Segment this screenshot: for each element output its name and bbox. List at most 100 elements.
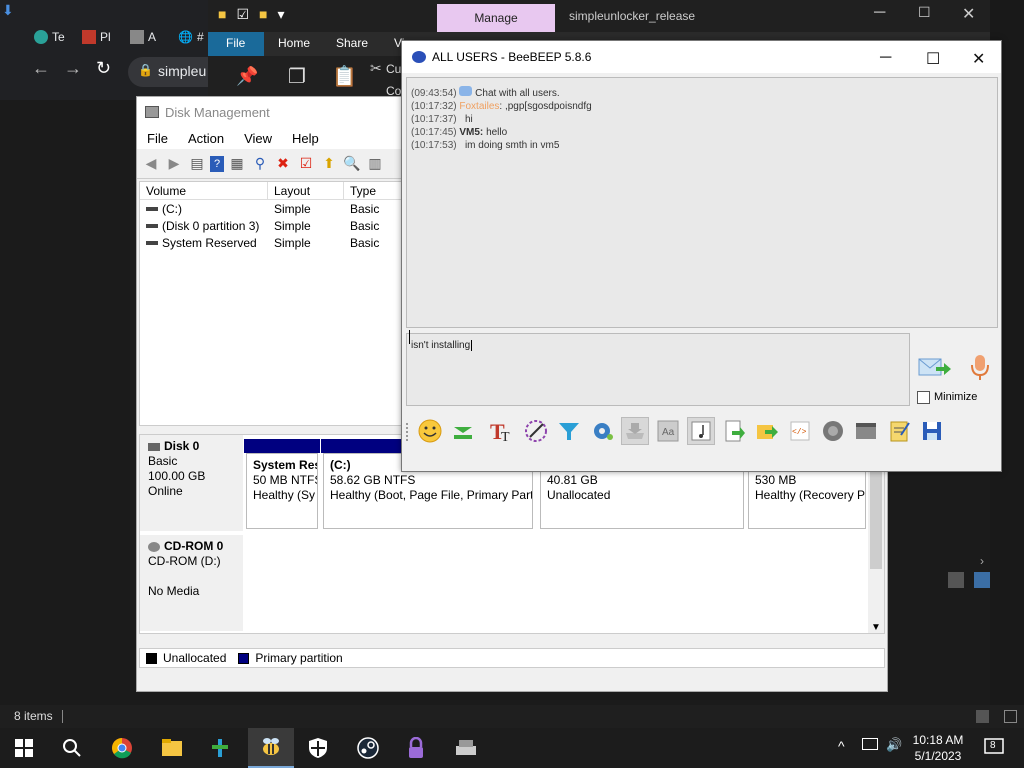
scroll-down-icon[interactable]: ▼ xyxy=(871,622,881,633)
screenshot-button[interactable] xyxy=(819,417,847,445)
up-folder-icon[interactable]: ⬆ xyxy=(319,154,339,174)
forward-icon[interactable]: ▶ xyxy=(164,154,184,174)
volume-list[interactable]: Volume Layout Type (C:) Simple Basic (Di… xyxy=(139,181,409,426)
explorer-title: simpleunlocker_release xyxy=(569,9,696,23)
properties-icon[interactable]: ☑ xyxy=(236,6,249,23)
html-button[interactable]: </> xyxy=(786,417,814,445)
chrome-tab[interactable]: Pl xyxy=(82,24,111,50)
dropdown-icon[interactable]: ▾ xyxy=(278,6,285,23)
table-row[interactable]: System Reserved Simple Basic xyxy=(140,234,408,251)
close-icon[interactable]: ✕ xyxy=(962,4,975,24)
font-button[interactable]: TT xyxy=(488,417,516,445)
minimize-checkbox[interactable] xyxy=(917,391,930,404)
camera-icon xyxy=(823,421,843,441)
manage-tab[interactable]: Manage xyxy=(437,4,555,32)
menu-view[interactable]: View xyxy=(244,131,272,146)
list-icon[interactable]: ▥ xyxy=(365,154,385,174)
send-button[interactable] xyxy=(918,355,952,381)
folder-icon[interactable]: ■ xyxy=(218,6,226,23)
column-volume[interactable]: Volume xyxy=(140,182,268,199)
chrome-tab[interactable]: A xyxy=(130,24,156,50)
connect-icon[interactable]: ⚲ xyxy=(250,154,270,174)
notepad-icon xyxy=(890,421,910,442)
start-button[interactable] xyxy=(12,736,36,760)
chat-history[interactable]: (09:43:54) Chat with all users. (10:17:3… xyxy=(406,77,998,328)
send-file-button[interactable] xyxy=(720,417,748,445)
scroll-arrow-right-icon[interactable]: › xyxy=(980,554,984,568)
pin-icon[interactable]: 📌 xyxy=(236,66,258,87)
back-icon[interactable]: ← xyxy=(32,58,50,79)
minimize-icon[interactable]: ─ xyxy=(880,49,891,67)
notes-button[interactable] xyxy=(885,417,913,445)
taskbar-app[interactable] xyxy=(208,736,232,760)
show-hidden-icons[interactable]: ^ xyxy=(838,738,845,754)
notification-center[interactable]: 8 xyxy=(984,738,1004,756)
back-icon[interactable]: ◀ xyxy=(141,154,161,174)
partition-system-reserved[interactable]: System Res 50 MB NTFS Healthy (Sy xyxy=(246,453,318,529)
delete-icon[interactable]: ✖ xyxy=(273,154,293,174)
copy-icon[interactable]: ❐ xyxy=(288,64,306,89)
tab-home[interactable]: Home xyxy=(278,36,310,50)
search-button[interactable] xyxy=(60,736,84,760)
search-icon xyxy=(63,739,81,757)
tiles-view-icon[interactable] xyxy=(974,572,990,588)
check-icon[interactable]: ☑ xyxy=(296,154,316,174)
help-icon[interactable]: ? xyxy=(210,155,224,172)
tab-share[interactable]: Share xyxy=(336,36,368,50)
column-type[interactable]: Type xyxy=(344,182,408,199)
menu-file[interactable]: File xyxy=(147,131,168,146)
taskbar-steam[interactable] xyxy=(356,736,380,760)
cut-icon[interactable]: ✂ xyxy=(370,60,382,77)
chrome-download-icon[interactable]: ⬇ xyxy=(2,2,14,19)
buzz-button[interactable] xyxy=(687,417,715,445)
clear-button[interactable] xyxy=(621,417,649,445)
save-button[interactable] xyxy=(918,417,946,445)
maximize-icon[interactable]: ☐ xyxy=(926,49,940,69)
tab-file[interactable]: File xyxy=(208,32,264,56)
close-icon[interactable]: ✕ xyxy=(972,49,985,69)
taskbar-disk-management[interactable] xyxy=(454,736,478,760)
paste-icon[interactable]: 📋 xyxy=(332,64,357,89)
details-view-icon[interactable] xyxy=(948,572,964,588)
settings-button[interactable] xyxy=(588,417,616,445)
disk0-info[interactable]: Disk 0 Basic 100.00 GB Online xyxy=(140,435,243,531)
table-row[interactable]: (Disk 0 partition 3) Simple Basic xyxy=(140,217,408,234)
clock[interactable]: 10:18 AM 5/1/2023 xyxy=(910,732,966,764)
search-icon[interactable]: 🔍 xyxy=(342,154,362,174)
network-icon[interactable] xyxy=(862,738,878,750)
column-layout[interactable]: Layout xyxy=(268,182,344,199)
volume-icon[interactable]: 🔊 xyxy=(886,737,902,753)
taskbar-lock-app[interactable] xyxy=(404,736,428,760)
cdrom0-info[interactable]: CD-ROM 0 CD-ROM (D:) No Media xyxy=(140,535,243,631)
send-folder-button[interactable] xyxy=(753,417,781,445)
new-folder-icon[interactable]: ■ xyxy=(259,6,267,23)
message-input[interactable]: isn't installing xyxy=(406,333,910,406)
taskbar-beebeep[interactable] xyxy=(248,728,294,768)
filter-button[interactable] xyxy=(555,417,583,445)
menu-action[interactable]: Action xyxy=(188,131,224,146)
table-row[interactable]: (C:) Simple Basic xyxy=(140,200,408,217)
green-arrows-icon xyxy=(454,427,472,439)
voice-message-button[interactable] xyxy=(968,353,992,383)
list-view-icon[interactable]: ▤ xyxy=(187,154,207,174)
large-icons-toggle-icon[interactable] xyxy=(1004,710,1017,723)
minimize-icon[interactable]: ─ xyxy=(874,4,885,22)
menu-help[interactable]: Help xyxy=(292,131,319,146)
board-button[interactable] xyxy=(852,417,880,445)
color-button[interactable] xyxy=(522,417,550,445)
chrome-tab[interactable]: Te xyxy=(34,24,65,50)
compact-button[interactable] xyxy=(449,417,477,445)
cut-label[interactable]: Cu xyxy=(386,62,401,76)
emoticon-button[interactable] xyxy=(416,417,444,445)
details-view-toggle-icon[interactable] xyxy=(976,710,989,723)
send-file-icon xyxy=(725,420,745,442)
taskbar-chrome[interactable] xyxy=(110,736,134,760)
reload-icon[interactable]: ↻ xyxy=(96,58,111,79)
text-button[interactable]: Aa xyxy=(654,417,682,445)
properties-icon[interactable]: ▦ xyxy=(227,154,247,174)
chrome-tab[interactable]: 🌐 # xyxy=(178,24,204,50)
taskbar-file-explorer[interactable] xyxy=(160,736,184,760)
taskbar-security[interactable] xyxy=(306,736,330,760)
forward-icon[interactable]: → xyxy=(64,58,82,79)
maximize-icon[interactable]: ☐ xyxy=(918,4,931,21)
